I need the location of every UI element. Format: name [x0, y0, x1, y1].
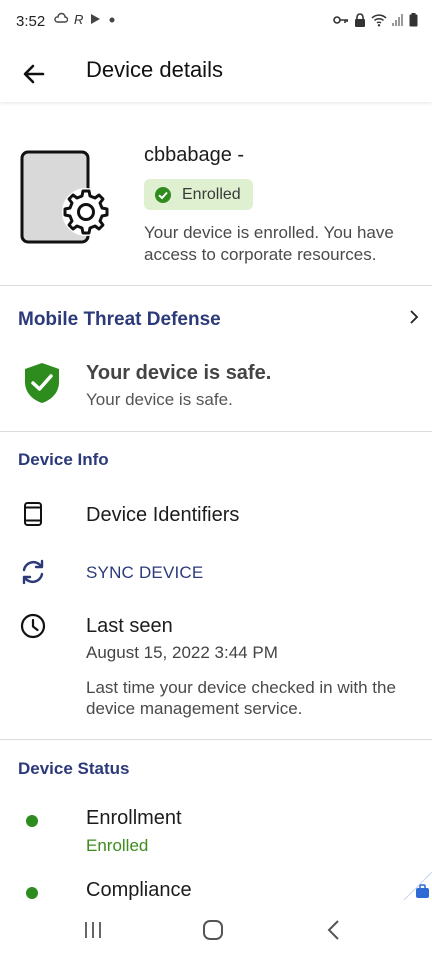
- divider: [0, 739, 432, 740]
- page-title: Device details: [86, 57, 223, 82]
- play-icon: [91, 14, 101, 24]
- sync-device-button[interactable]: SYNC DEVICE: [86, 563, 203, 583]
- mobile-threat-defense-row[interactable]: Mobile Threat Defense: [0, 287, 432, 353]
- home-icon[interactable]: [202, 919, 224, 941]
- last-seen-value: August 15, 2022 3:44 PM: [86, 643, 278, 662]
- lock-icon: [355, 13, 365, 27]
- status-time: 3:52: [16, 13, 46, 30]
- status-bar: 3:52 R: [0, 0, 432, 46]
- wifi-icon: [371, 14, 387, 27]
- device-status-heading: Device Status: [18, 759, 130, 778]
- last-seen-label: Last seen: [86, 615, 173, 637]
- signal-icon: [392, 14, 403, 26]
- safe-subtitle: Your device is safe.: [86, 390, 233, 409]
- key-icon: [333, 16, 348, 24]
- dot-icon: [109, 17, 115, 23]
- back-arrow-icon[interactable]: [18, 58, 50, 90]
- divider: [0, 285, 432, 286]
- compliance-label: Compliance: [86, 879, 192, 901]
- enrolled-badge: Enrolled: [144, 179, 253, 210]
- check-circle-icon: [155, 186, 171, 203]
- device-info-heading: Device Info: [18, 450, 109, 469]
- shield-check-icon: [25, 363, 59, 403]
- enrollment-status-dot: [26, 815, 38, 827]
- last-seen-description: Last time your device checked in with th…: [86, 678, 396, 718]
- threat-status: Your device is safe. Your device is safe…: [0, 353, 432, 431]
- phone-icon: [24, 502, 42, 526]
- r-app-icon: R: [74, 12, 84, 27]
- safe-title: Your device is safe.: [86, 362, 272, 384]
- sync-icon[interactable]: [20, 558, 46, 586]
- system-icons: [333, 13, 418, 27]
- system-navigation-bar: [0, 900, 432, 960]
- work-profile-briefcase-icon: [401, 871, 432, 902]
- badge-label: Enrolled: [182, 185, 241, 203]
- cloud-icon: [54, 12, 68, 23]
- recent-apps-icon[interactable]: [82, 920, 104, 940]
- notification-icons: R: [54, 12, 116, 27]
- divider: [0, 431, 432, 432]
- device-settings-icon: [20, 150, 110, 244]
- battery-icon: [409, 13, 418, 27]
- nav-back-icon[interactable]: [326, 919, 342, 941]
- enrollment-value: Enrolled: [86, 836, 149, 855]
- device-identifiers-item[interactable]: Device Identifiers: [86, 504, 239, 527]
- device-description: Your device is enrolled. You have access…: [144, 223, 394, 264]
- compliance-status-dot: [26, 887, 38, 899]
- enrollment-label: Enrollment: [86, 807, 182, 829]
- clock-icon: [20, 613, 46, 639]
- mtd-title: Mobile Threat Defense: [18, 309, 221, 330]
- device-name: cbbabage -: [144, 144, 245, 166]
- device-summary: cbbabage - Enrolled Your device is enrol…: [0, 102, 432, 286]
- app-bar: Device details: [0, 46, 432, 102]
- chevron-right-icon: [410, 310, 419, 324]
